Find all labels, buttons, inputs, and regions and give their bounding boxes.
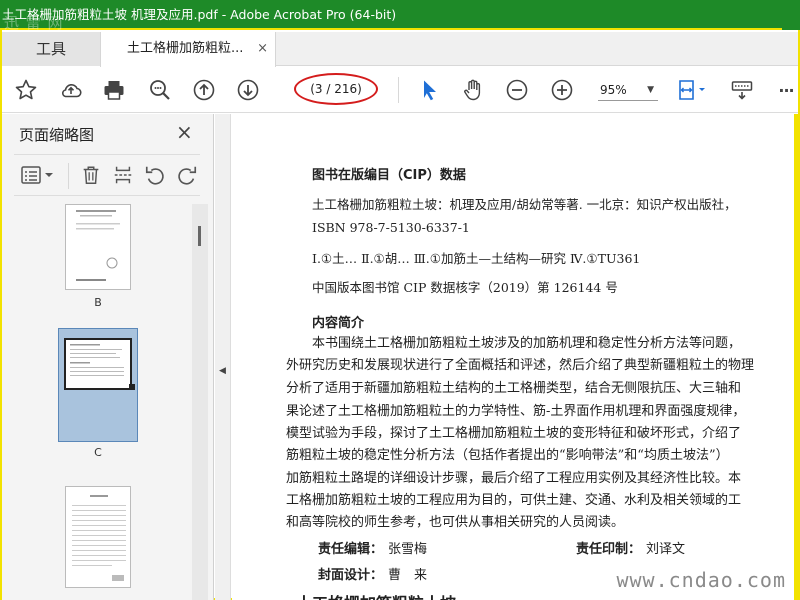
thumbnail-label-b: B [94, 296, 102, 309]
toolbar-divider [398, 77, 399, 103]
page-extract-icon [114, 166, 132, 184]
summary-line: 工格栅加筋粗粒土坡的工程应用为目的，可供土建、交通、水利及相关领域的工 [286, 493, 742, 508]
summary-line: 分析了适用于新疆加筋粗粒土结构的土工格栅类型，结合无侧限抗压、大三轴和 [286, 381, 742, 396]
print-label: 责任印制： [576, 542, 642, 557]
page-thumbnail-c-selected[interactable] [58, 328, 138, 442]
plus-circle-icon [551, 79, 573, 101]
cip-number-line: 中国版本图书馆 CIP 数据核字（2019）第 126144 号 [312, 280, 618, 295]
cover-label: 封面设计： [318, 568, 384, 583]
next-page-button[interactable] [234, 77, 262, 103]
fit-width-icon [679, 80, 705, 100]
zoom-out-button[interactable] [503, 77, 531, 103]
logo-watermark: 迅 雷 网 [4, 14, 64, 32]
summary-line: 本书围绕土工格栅加筋粗粒土坡涉及的加筋机理和稳定性分析方法等问题， [312, 336, 742, 351]
list-options-icon [21, 166, 53, 184]
bookmark-star-button[interactable] [12, 77, 40, 103]
summary-line: 加筋粗粒土路堤的详细设计步骤，最后介绍了工程应用实例及其经济性比较。本 [286, 471, 742, 486]
panel-close-icon[interactable]: × [176, 120, 193, 144]
keyboard-icon [731, 81, 753, 100]
summary-heading: 内容简介 [312, 316, 365, 331]
printer-icon [104, 81, 124, 100]
bottom-partial-title: 土工格栅加筋粗粒土坡 [296, 590, 456, 600]
select-tool-button[interactable] [416, 77, 444, 103]
thumbnail-resize-handle[interactable] [129, 384, 135, 390]
thumbnail-toolbar [14, 154, 200, 196]
editor-name: 张雪梅 [388, 542, 428, 557]
cip-heading: 图书在版编目（CIP）数据 [312, 168, 466, 183]
previous-page-button[interactable] [190, 77, 218, 103]
fit-page-button[interactable] [674, 77, 710, 103]
thumbnail-list[interactable]: B C [2, 204, 192, 600]
arrow-down-circle-icon [237, 79, 259, 101]
tab-tools[interactable]: 工具 [2, 32, 100, 66]
chevron-left-icon: ◀ [219, 366, 226, 376]
thumbnail-c-preview [70, 344, 124, 376]
editor-label: 责任编辑： [318, 542, 384, 557]
upload-cloud-button[interactable] [57, 77, 85, 103]
thumbnail-viewport-box [64, 338, 132, 390]
hand-icon [464, 79, 481, 101]
summary-line: 筋粗粒土坡的稳定性分析方法（包括作者提出的“影响带法”和“均质土坡法”） [286, 448, 729, 463]
delete-page-button[interactable] [78, 163, 104, 187]
tab-document-label: 土工格栅加筋粗粒... [127, 41, 244, 56]
print-button[interactable] [100, 77, 128, 103]
thumbnail-next-preview [72, 495, 126, 581]
page-number-text: (3 / 216) [310, 82, 362, 96]
cip-line: 土工格栅加筋粗粒土坡：机理及应用/胡幼常等著. 一北京：知识产权出版社， [312, 197, 737, 212]
rotate-right-button[interactable] [174, 163, 200, 187]
classification-line: Ⅰ.①土… Ⅱ.①胡… Ⅲ.①加筋土—土结构—研究 Ⅳ.①TU361 [312, 251, 641, 266]
thumbnail-panel: 页面缩略图 × B C [2, 114, 214, 600]
cloud-upload-icon [62, 84, 82, 98]
summary-line: 和高等院校的师生参考，也可供从事相关研究的人员阅读。 [286, 515, 625, 530]
hand-tool-button[interactable] [459, 77, 487, 103]
cursor-arrow-icon [424, 80, 436, 101]
panel-collapse-handle[interactable]: ◀ [215, 114, 231, 600]
trash-icon [83, 166, 99, 184]
rotate-left-icon [145, 166, 164, 185]
zoom-level-value: 95% [600, 83, 627, 97]
page-thumbnail-next[interactable] [65, 486, 131, 588]
site-watermark: www.cndao.com [616, 568, 786, 592]
title-bar: 土工格栅加筋粗粒土坡 机理及应用.pdf - Adobe Acrobat Pro… [0, 0, 800, 30]
chevron-down-icon: ▼ [647, 85, 654, 95]
zoom-level-dropdown[interactable]: 95% ▼ [598, 79, 658, 101]
frame-right-edge [794, 114, 798, 600]
thumbnail-b-preview [76, 210, 120, 281]
thumbnail-toolbar-divider [68, 163, 69, 189]
star-icon [15, 79, 37, 100]
scrollbar-thumb[interactable] [198, 226, 201, 246]
minus-circle-icon [506, 79, 528, 101]
page-thumbnail-b[interactable] [65, 204, 131, 290]
tab-bar: 工具 土工格栅加筋粗粒... × [2, 32, 798, 67]
panel-title: 页面缩略图 [19, 126, 95, 144]
thumbnail-scrollbar[interactable] [192, 204, 208, 600]
tab-document[interactable]: 土工格栅加筋粗粒... × [100, 32, 276, 67]
document-view[interactable]: 图书在版编目（CIP）数据 土工格栅加筋粗粒土坡：机理及应用/胡幼常等著. 一北… [232, 114, 798, 600]
thumbnail-label-c: C [94, 446, 102, 459]
isbn-line: ISBN 978-7-5130-6337-1 [312, 220, 470, 235]
magnifier-icon [150, 80, 170, 100]
find-zoom-button[interactable] [146, 77, 174, 103]
cover-name: 曹 来 [388, 568, 428, 583]
pdf-page: 图书在版编目（CIP）数据 土工格栅加筋粗粒土坡：机理及应用/胡幼常等著. 一北… [232, 114, 798, 600]
rotate-left-button[interactable] [142, 163, 168, 187]
thumbnail-options-button[interactable] [18, 163, 56, 187]
print-name: 刘译文 [646, 542, 686, 557]
zoom-in-button[interactable] [548, 77, 576, 103]
rotate-right-icon [178, 166, 197, 185]
summary-line: 模型试验为手段，探讨了土工格栅加筋粗粒土坡的变形特征和破坏形式，介绍了 [286, 426, 742, 441]
main-toolbar: (3 / 216) 95% ▼ ··· [2, 67, 798, 113]
extract-page-button[interactable] [110, 163, 136, 187]
arrow-up-circle-icon [193, 79, 215, 101]
summary-line: 果论述了土工格栅加筋粗粒土的力学特性、筋-土界面作用机理和界面强度规律， [286, 404, 746, 419]
more-options-button[interactable]: ··· [772, 77, 800, 103]
page-number-indicator[interactable]: (3 / 216) [294, 73, 378, 105]
summary-line: 外研究历史和发展现状进行了全面概括和评述，然后介绍了典型新疆粗粒土的物理 [286, 358, 755, 373]
tab-close-icon[interactable]: × [257, 32, 268, 66]
read-mode-button[interactable] [728, 77, 756, 103]
title-bar-right [782, 0, 800, 30]
